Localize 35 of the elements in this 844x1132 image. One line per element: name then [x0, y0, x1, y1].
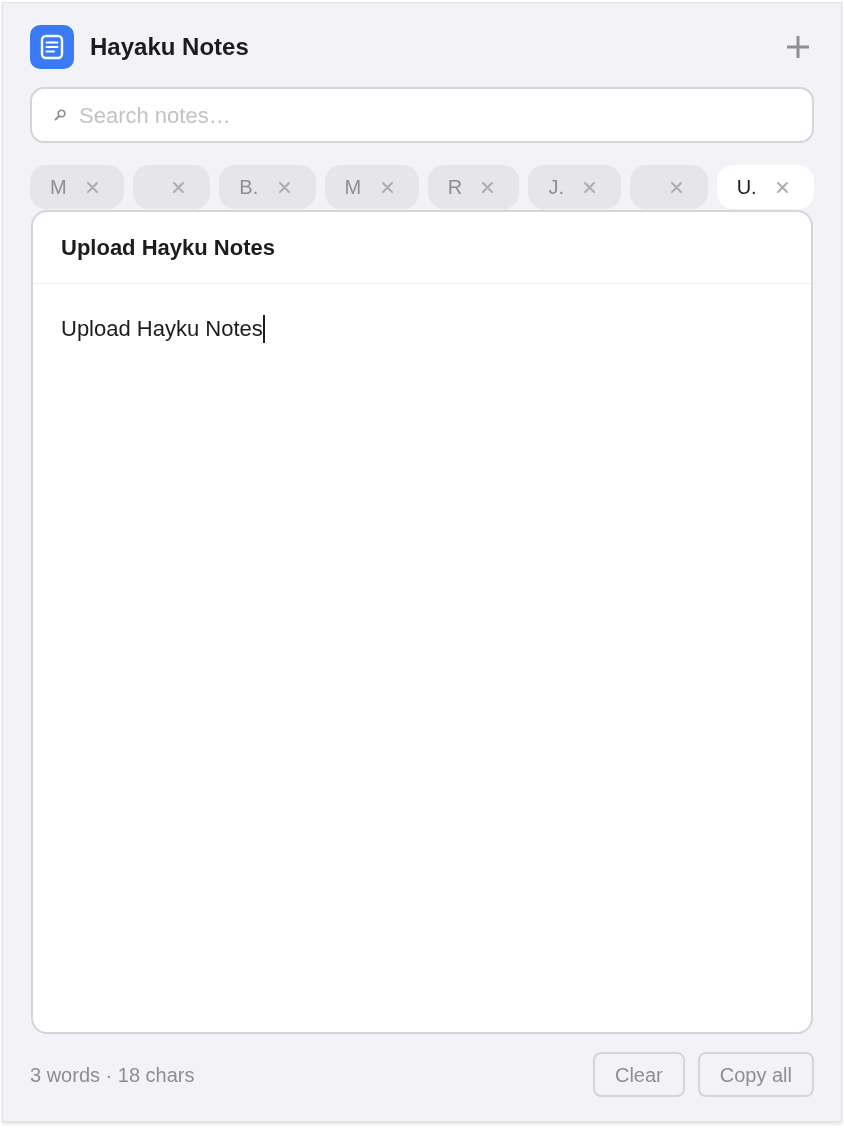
close-icon[interactable]: [381, 181, 393, 193]
note-body-field[interactable]: Upload Hayku Notes: [33, 284, 811, 1032]
note-tab[interactable]: R: [427, 165, 520, 209]
add-note-button[interactable]: [786, 35, 810, 59]
tab-label: J.: [548, 177, 564, 197]
tab-label: R: [447, 177, 463, 197]
close-icon[interactable]: [278, 181, 290, 193]
search-field[interactable]: Search notes…: [30, 87, 814, 143]
note-tab[interactable]: B.: [219, 165, 316, 209]
plus-icon: [787, 36, 809, 58]
close-icon[interactable]: [173, 181, 185, 193]
app-title: Hayaku Notes: [90, 35, 249, 59]
note-tab[interactable]: M: [324, 165, 419, 209]
notes-app-icon: [30, 25, 74, 69]
search-icon: [54, 109, 66, 121]
close-icon[interactable]: [87, 181, 98, 193]
tab-label: M: [50, 177, 67, 197]
tab-label: B.: [239, 177, 259, 197]
note-tab[interactable]: J.: [528, 165, 622, 209]
tab-label: U.: [736, 177, 757, 197]
footer-button[interactable]: Clear: [592, 1052, 685, 1097]
tab-label: M: [344, 177, 362, 197]
search-input[interactable]: Search notes…: [79, 98, 812, 132]
note-tab[interactable]: M: [30, 165, 124, 209]
close-icon[interactable]: [670, 181, 682, 193]
close-icon[interactable]: [777, 181, 788, 193]
note-tab[interactable]: U.: [716, 165, 814, 209]
note-tab[interactable]: [630, 165, 708, 209]
note-title: Upload Hayku Notes: [61, 236, 275, 259]
footer-button[interactable]: Copy all: [697, 1052, 814, 1097]
note-body-text: Upload Hayku Notes: [61, 315, 263, 343]
note-tab[interactable]: [133, 165, 211, 209]
word-count-text: 3 words · 18 chars: [30, 1062, 195, 1088]
close-icon[interactable]: [482, 181, 494, 193]
close-icon[interactable]: [584, 181, 596, 193]
